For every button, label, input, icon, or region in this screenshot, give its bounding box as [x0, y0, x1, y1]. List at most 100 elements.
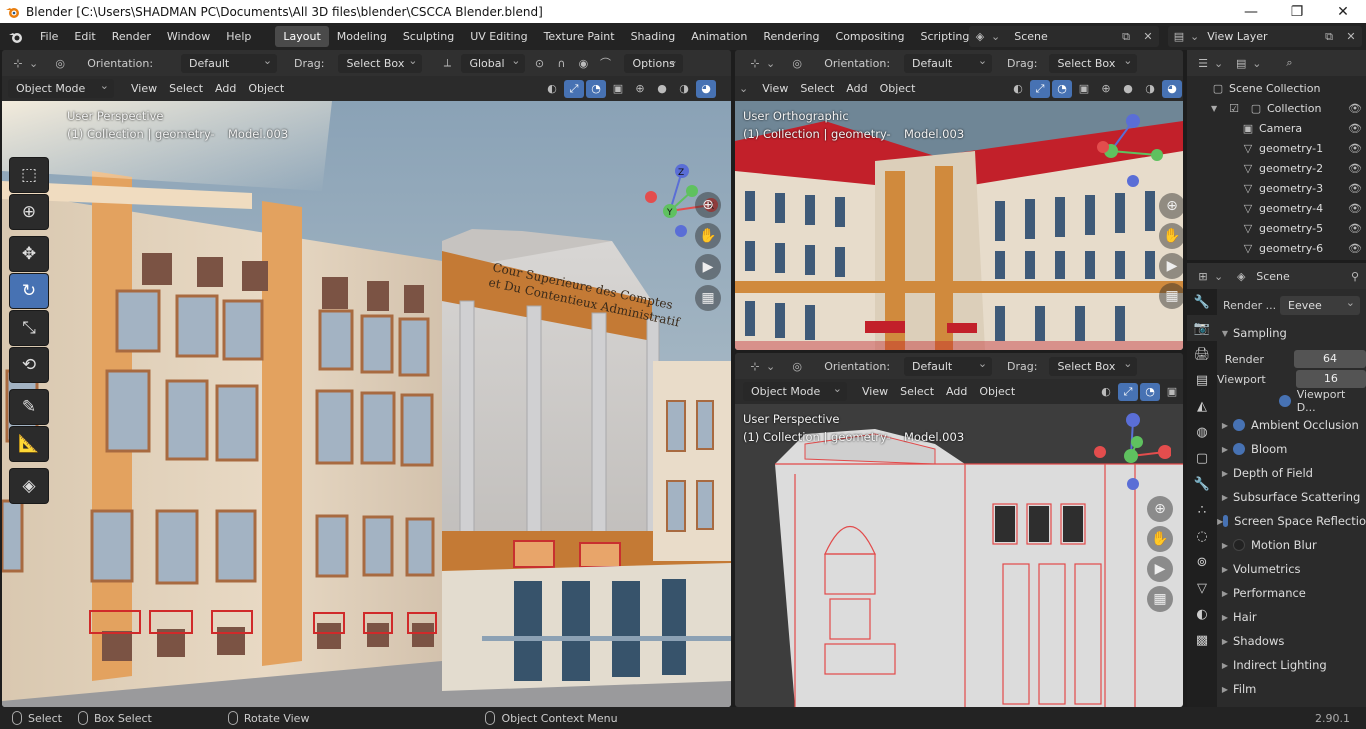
viewport-samples-field[interactable]: 16 [1295, 370, 1366, 388]
gizmo-toggle-icon[interactable]: ⤢ [1118, 382, 1138, 401]
output-tab-icon[interactable]: 🖨 [1187, 341, 1217, 367]
outliner-collection[interactable]: ▼ ☑ ▢ Collection 👁 [1187, 98, 1366, 118]
properties-editor-icon[interactable]: ⊞ [1193, 267, 1213, 285]
close-icon[interactable]: ✕ [1138, 28, 1158, 46]
close-icon[interactable]: ✕ [1341, 28, 1361, 46]
shading-material-icon[interactable]: ◑ [1140, 80, 1160, 98]
checkbox-icon[interactable]: ☑ [1224, 99, 1244, 117]
sampling-section-header[interactable]: ▼ Sampling [1217, 321, 1366, 345]
section-toggle-checkbox[interactable] [1223, 515, 1229, 527]
visibility-icon[interactable]: ◐ [1096, 383, 1116, 401]
editor-type-icon[interactable]: ⊹ [8, 54, 28, 72]
orientation-dropdown[interactable]: Default [904, 356, 993, 376]
outliner-editor-icon[interactable]: ☰ [1193, 54, 1213, 72]
view-layer-tab-icon[interactable]: ▤ [1187, 367, 1217, 393]
ortho-grid-icon[interactable]: ▦ [695, 285, 721, 311]
menu-select[interactable]: Select [794, 79, 840, 98]
menu-file[interactable]: File [32, 30, 66, 43]
display-mode-icon[interactable]: ▤ [1231, 54, 1251, 72]
close-button[interactable]: ✕ [1320, 4, 1366, 20]
menu-add[interactable]: Add [209, 79, 242, 98]
viewport-denoise-row[interactable]: Viewport D... [1217, 388, 1366, 414]
drag-dropdown[interactable]: Select Box [338, 53, 423, 73]
minimize-button[interactable]: — [1228, 4, 1274, 20]
xray-icon[interactable]: ▣ [1074, 80, 1094, 98]
orthographic-viewport-canvas[interactable]: User Orthographic (1) Collection | geome… [735, 101, 1183, 350]
wireframe-viewport-canvas[interactable]: User Perspective (1) Collection | geomet… [735, 404, 1183, 707]
tab-rendering[interactable]: Rendering [755, 26, 827, 47]
view-layer-selector[interactable]: ▤ ⌄ View Layer ⧉ ✕ [1168, 26, 1362, 47]
object-tab-icon[interactable]: ▢ [1187, 445, 1217, 471]
navigation-gizmo[interactable] [1093, 109, 1163, 189]
constraints-tab-icon[interactable]: ⊚ [1187, 549, 1217, 575]
render-samples-field[interactable]: 64 [1293, 350, 1366, 368]
data-tab-icon[interactable]: ▽ [1187, 575, 1217, 601]
scale-tool-icon[interactable]: ⤡ [10, 311, 48, 345]
gizmo-toggle-icon[interactable]: ⤢ [1030, 79, 1050, 98]
menu-help[interactable]: Help [218, 30, 259, 43]
gizmo-toggle-icon[interactable]: ⤢ [564, 79, 584, 98]
main-viewport-canvas[interactable]: Cour Superieure des Comptes et Du Conten… [2, 101, 731, 707]
visibility-icon[interactable]: ◐ [542, 80, 562, 98]
tool-settings-icon[interactable]: ◎ [787, 54, 807, 72]
tab-sculpting[interactable]: Sculpting [395, 26, 462, 47]
orientation-dropdown[interactable]: Default [904, 53, 993, 73]
section-toggle-checkbox[interactable] [1233, 419, 1245, 431]
menu-view[interactable]: View [856, 382, 894, 401]
rotate-tool-icon[interactable]: ↻ [10, 274, 48, 308]
render-section-3[interactable]: ▶ Subsurface Scattering [1217, 485, 1366, 509]
pin-icon[interactable]: ⚲ [1345, 267, 1365, 285]
tab-shading[interactable]: Shading [623, 26, 684, 47]
pan-hand-icon[interactable]: ✋ [1147, 526, 1173, 552]
menu-add[interactable]: Add [840, 79, 873, 98]
render-section-5[interactable]: ▶ Motion Blur [1217, 533, 1366, 557]
section-toggle-checkbox[interactable] [1233, 443, 1245, 455]
ortho-grid-icon[interactable]: ▦ [1159, 283, 1183, 309]
menu-select[interactable]: Select [894, 382, 940, 401]
camera-view-icon[interactable]: ▶ [1147, 556, 1173, 582]
outliner-item[interactable]: ▣ Camera 👁 [1187, 118, 1366, 138]
render-section-4[interactable]: ▶ Screen Space Reflectio [1217, 509, 1366, 533]
render-section-2[interactable]: ▶ Depth of Field [1217, 461, 1366, 485]
render-section-6[interactable]: ▶ Volumetrics [1217, 557, 1366, 581]
menu-render[interactable]: Render [104, 30, 159, 43]
particles-tab-icon[interactable]: ∴ [1187, 497, 1217, 523]
transform-orientation-dropdown[interactable]: Global [461, 53, 526, 73]
copy-icon[interactable]: ⧉ [1116, 28, 1136, 46]
pan-hand-icon[interactable]: ✋ [1159, 223, 1183, 249]
editor-type-icon[interactable]: ⊹ [745, 54, 765, 72]
eye-icon[interactable]: 👁 [1345, 119, 1365, 137]
tab-scripting[interactable]: Scripting [912, 26, 977, 47]
xray-icon[interactable]: ▣ [608, 80, 628, 98]
render-section-10[interactable]: ▶ Indirect Lighting [1217, 653, 1366, 677]
render-section-1[interactable]: ▶ Bloom [1217, 437, 1366, 461]
shading-wireframe-icon[interactable]: ⊕ [1096, 80, 1116, 98]
tab-compositing[interactable]: Compositing [828, 26, 913, 47]
material-tab-icon[interactable]: ◐ [1187, 601, 1217, 627]
menu-view[interactable]: View [756, 79, 794, 98]
outliner-item[interactable]: ▽ geometry-3 👁 [1187, 178, 1366, 198]
add-cube-tool-icon[interactable]: ◈ [10, 469, 48, 503]
orientation-dropdown[interactable]: Default [181, 53, 278, 73]
texture-tab-icon[interactable]: ▩ [1187, 627, 1217, 653]
outliner-item[interactable]: ▽ geometry-6 👁 [1187, 238, 1366, 258]
eye-icon[interactable]: 👁 [1345, 179, 1365, 197]
eye-icon[interactable]: 👁 [1345, 159, 1365, 177]
render-tab-icon[interactable]: 📷 [1187, 315, 1217, 341]
tool-tab-icon[interactable]: 🔧 [1187, 289, 1217, 315]
copy-icon[interactable]: ⧉ [1319, 28, 1339, 46]
move-tool-icon[interactable]: ✥ [10, 237, 48, 271]
overlays-icon[interactable]: ◔ [1140, 382, 1160, 401]
measure-tool-icon[interactable]: 📐 [10, 427, 48, 461]
drag-dropdown[interactable]: Select Box [1049, 53, 1138, 73]
shading-wireframe-icon[interactable]: ⊕ [630, 80, 650, 98]
shading-rendered-icon[interactable]: ◕ [1162, 79, 1182, 98]
shading-material-icon[interactable]: ◑ [674, 80, 694, 98]
tab-modeling[interactable]: Modeling [329, 26, 395, 47]
zoom-icon[interactable]: ⊕ [1147, 496, 1173, 522]
eye-icon[interactable]: 👁 [1345, 219, 1365, 237]
zoom-icon[interactable]: ⊕ [1159, 193, 1183, 219]
render-section-11[interactable]: ▶ Film [1217, 677, 1366, 701]
render-engine-dropdown[interactable]: Eevee [1280, 295, 1360, 315]
mode-dropdown[interactable]: Object Mode [8, 79, 114, 98]
